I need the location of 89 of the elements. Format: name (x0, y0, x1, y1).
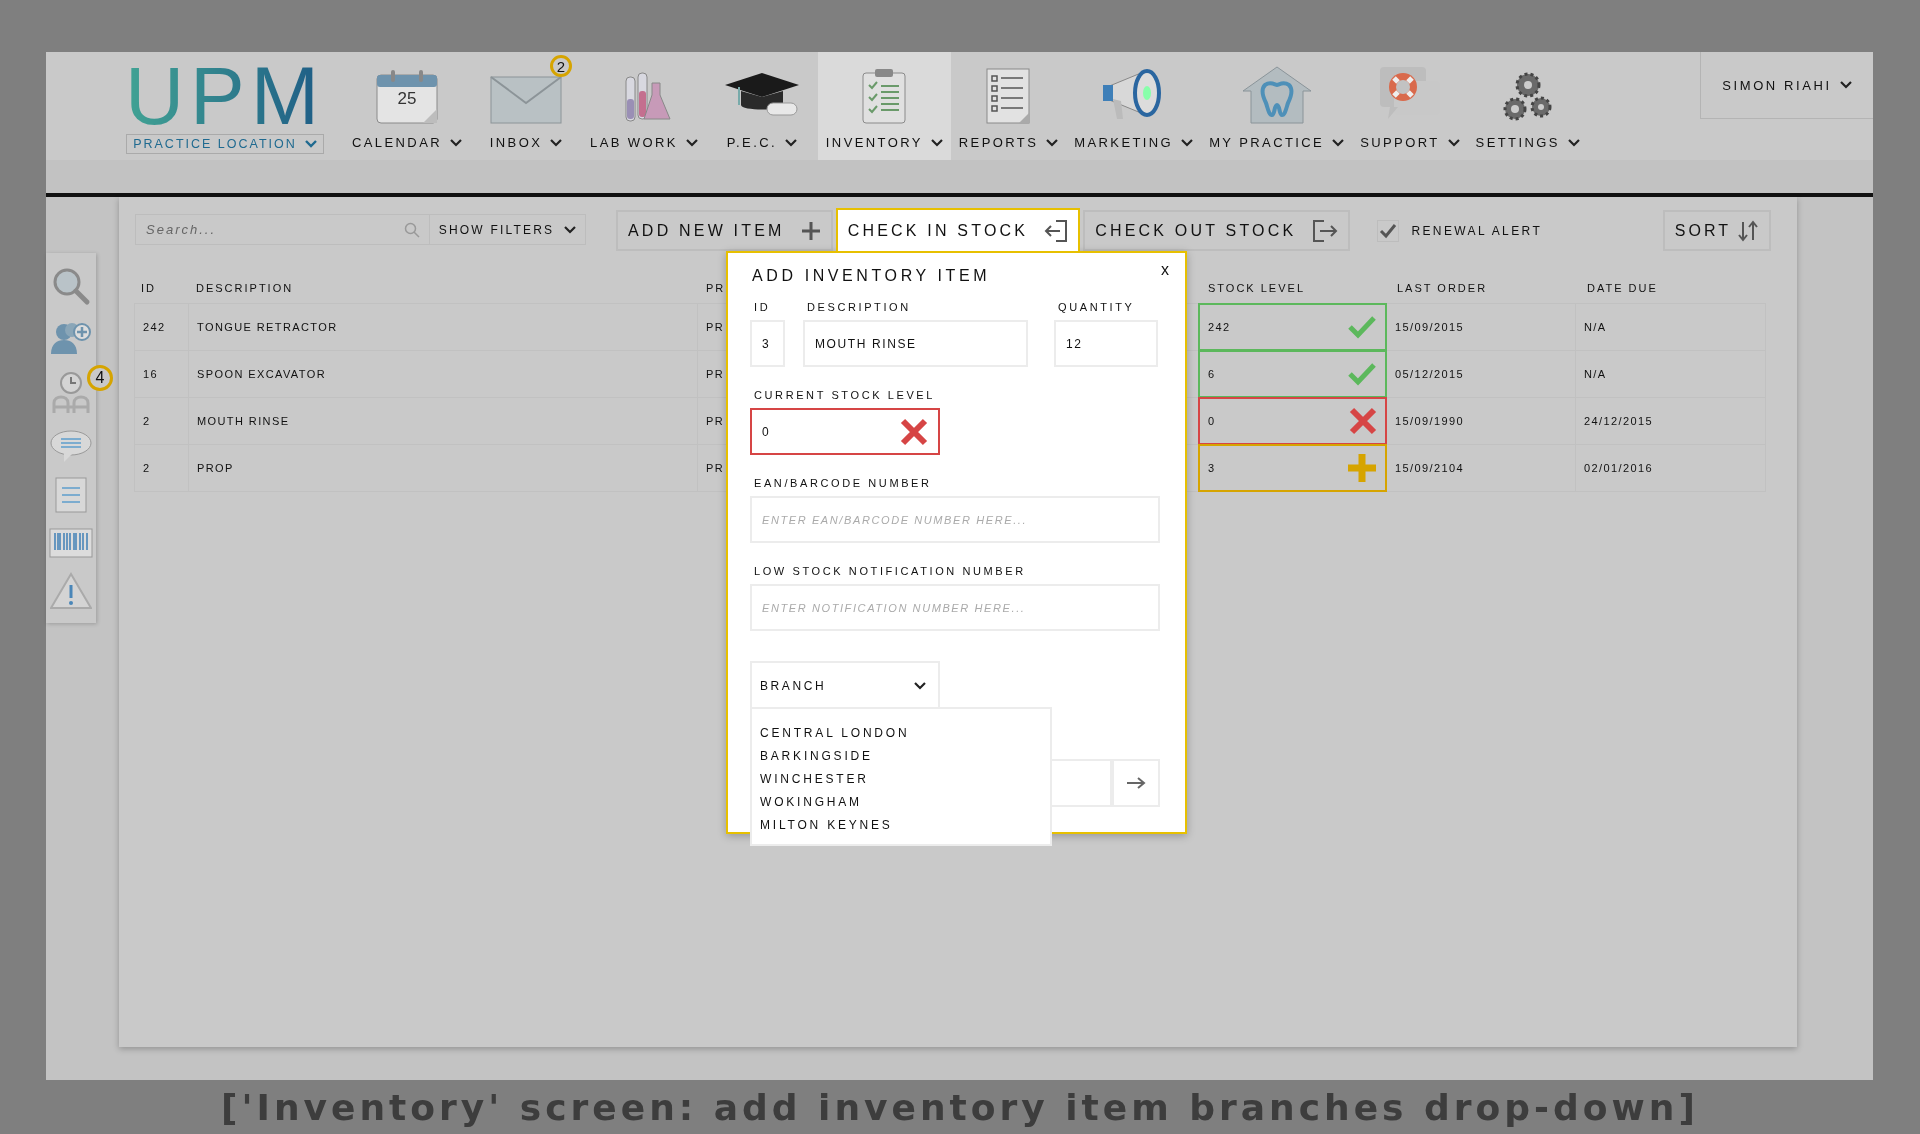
action-tab[interactable]: CHECK IN STOCK (835, 208, 1081, 251)
table-cell: 242 (134, 303, 189, 351)
search-icon[interactable] (51, 266, 91, 307)
dropdown-option[interactable]: WINCHESTER (752, 769, 1050, 792)
plus-icon (800, 220, 821, 241)
renewal-alert-label: RENEWAL ALERT (1411, 224, 1543, 238)
branch-dropdown[interactable]: BRANCH (750, 661, 940, 709)
field-label: CURRENT STOCK LEVEL (754, 389, 937, 401)
chevron-down-icon (685, 138, 698, 147)
chevron-down-icon (1332, 138, 1345, 147)
chevron-down-icon (304, 140, 317, 148)
check-icon (1379, 223, 1398, 239)
notification-badge: 4 (87, 364, 113, 391)
table-cell: 242 (1208, 321, 1231, 333)
user-menu[interactable]: SIMON RIAHI (1700, 52, 1873, 119)
field-label: ID (754, 301, 772, 313)
arrow-right-icon (1126, 777, 1146, 789)
table-cell: 0 (1208, 415, 1216, 427)
table-cell: PR (706, 462, 725, 474)
field-label: QUANTITY (1058, 301, 1136, 313)
chevron-down-icon (1567, 138, 1580, 147)
chevron-down-icon (930, 138, 943, 147)
sort-icon (1737, 219, 1759, 242)
notification-badge: 2 (550, 55, 572, 77)
chevron-down-icon (784, 138, 797, 147)
cross-icon (1349, 407, 1377, 435)
chevron-down-icon (1046, 138, 1059, 147)
table-cell: PR (706, 415, 725, 427)
chevron-down-icon (450, 138, 462, 147)
chevron-down-icon (1839, 81, 1852, 89)
dropdown-option[interactable]: MILTON KEYNES (752, 815, 1050, 838)
field-label: LOW STOCK NOTIFICATION NUMBER (754, 565, 1027, 577)
field-label: DESCRIPTION (807, 301, 912, 313)
dropdown-option[interactable]: BARKINGSIDE (752, 746, 1050, 769)
list-icon[interactable] (55, 477, 87, 514)
add-people-icon[interactable] (50, 320, 92, 357)
renewal-alert-checkbox[interactable] (1377, 220, 1400, 242)
practice-location-dropdown[interactable]: PRACTICE LOCATION (126, 134, 324, 154)
cross-icon (900, 417, 928, 446)
chevron-down-icon (550, 138, 563, 147)
envelope-icon (490, 73, 562, 125)
table-cell: PR (706, 368, 725, 380)
table-cell: 3 (1208, 462, 1216, 474)
warning-icon[interactable] (50, 571, 92, 610)
waiting-room-icon[interactable] (51, 370, 91, 415)
close-button[interactable]: x (1161, 261, 1169, 279)
nav-item[interactable]: INVENTORY (817, 52, 951, 160)
chevron-down-icon (914, 682, 926, 690)
table-cell: PR (706, 321, 725, 333)
action-tab[interactable]: ADD NEW ITEM (616, 210, 833, 251)
column-header: DATE DUE (1586, 281, 1658, 294)
dropdown-option[interactable]: WOKINGHAM (752, 792, 1050, 815)
caption: ['Inventory' screen: add inventory item branches drop-down] (221, 1086, 1699, 1128)
chevron-down-icon (1447, 138, 1460, 147)
house-tooth-icon (1240, 65, 1313, 125)
column-header: PR (705, 281, 726, 294)
id-field[interactable]: 3 (750, 320, 785, 367)
dropdown-option[interactable]: CENTRAL LONDON (752, 723, 1050, 746)
search-field[interactable]: Search... (135, 214, 430, 245)
barcode-icon[interactable] (49, 527, 93, 558)
chevron-down-icon (564, 225, 577, 234)
table-cell: 02/01/2016 (1575, 444, 1766, 492)
clipboard-icon (861, 67, 908, 125)
sign-in-icon (1044, 219, 1069, 242)
column-header: ID (140, 281, 156, 294)
submit-button[interactable] (1112, 759, 1160, 807)
field-label: EAN/BARCODE NUMBER (754, 477, 933, 489)
table-cell: 2 (134, 444, 189, 492)
column-header: DESCRIPTION (195, 281, 294, 294)
sign-out-icon (1312, 219, 1339, 242)
current-stock-field[interactable]: 0 (750, 408, 940, 455)
plus-icon (1347, 453, 1377, 483)
search-icon (404, 222, 420, 238)
description-field[interactable]: MOUTH RINSE (803, 320, 1028, 367)
action-tab[interactable]: CHECK OUT STOCK (1083, 210, 1351, 251)
column-header: STOCK LEVEL (1207, 281, 1305, 294)
table-cell: N/A (1575, 303, 1766, 351)
chat-bubble-icon[interactable] (50, 429, 92, 463)
modal-title: ADD INVENTORY ITEM (752, 267, 992, 285)
column-header: LAST ORDER (1396, 281, 1488, 294)
check-icon (1347, 362, 1377, 386)
table-cell: 6 (1208, 368, 1216, 380)
check-icon (1347, 315, 1377, 339)
calendar-date: 25 (396, 89, 418, 109)
chevron-down-icon (1181, 138, 1194, 147)
sort-button[interactable]: SORT (1662, 210, 1771, 251)
calendar-icon (375, 69, 439, 125)
show-filters-dropdown[interactable]: SHOW FILTERS (430, 214, 586, 245)
quantity-field[interactable]: 12 (1054, 320, 1158, 367)
